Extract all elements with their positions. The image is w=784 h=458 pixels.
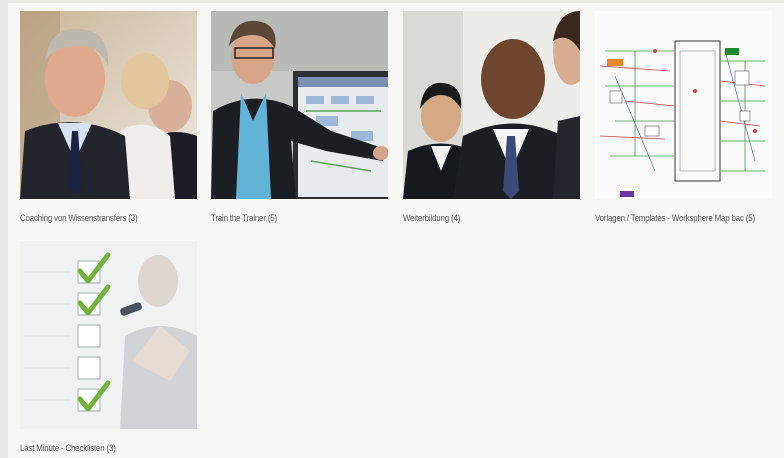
gallery-panel: Coaching von Wissenstransfers (3) Train … bbox=[8, 3, 784, 458]
gallery-tile-vorlagen-templates[interactable]: Vorlagen / Templates - Worksphere Map ba… bbox=[595, 11, 772, 223]
gallery-tile-label[interactable]: Coaching von Wissenstransfers (3) bbox=[20, 213, 176, 223]
thumbnail-businessmen-discussion[interactable] bbox=[403, 11, 580, 199]
gallery-tile-last-minute-checklisten[interactable]: Last Minute - Checklisten (3) bbox=[20, 241, 197, 453]
gallery-tile-weiterbildung[interactable]: Weiterbildung (4) bbox=[403, 11, 580, 223]
gallery-tile-coaching[interactable]: Coaching von Wissenstransfers (3) bbox=[20, 11, 197, 223]
gallery-tile-label[interactable]: Train the Trainer (5) bbox=[211, 213, 367, 223]
gallery-tile-label[interactable]: Last Minute - Checklisten (3) bbox=[20, 443, 176, 453]
thumbnail-checklist[interactable] bbox=[20, 241, 197, 429]
gallery-tile-label[interactable]: Weiterbildung (4) bbox=[403, 213, 559, 223]
thumbnail-business-team[interactable] bbox=[20, 11, 197, 199]
thumbnail-trainer-presenting[interactable] bbox=[211, 11, 388, 199]
gallery-tile-label[interactable]: Vorlagen / Templates - Worksphere Map ba… bbox=[595, 213, 755, 223]
gallery-tile-train-the-trainer[interactable]: Train the Trainer (5) bbox=[211, 11, 388, 223]
thumbnail-process-map[interactable] bbox=[595, 11, 772, 199]
